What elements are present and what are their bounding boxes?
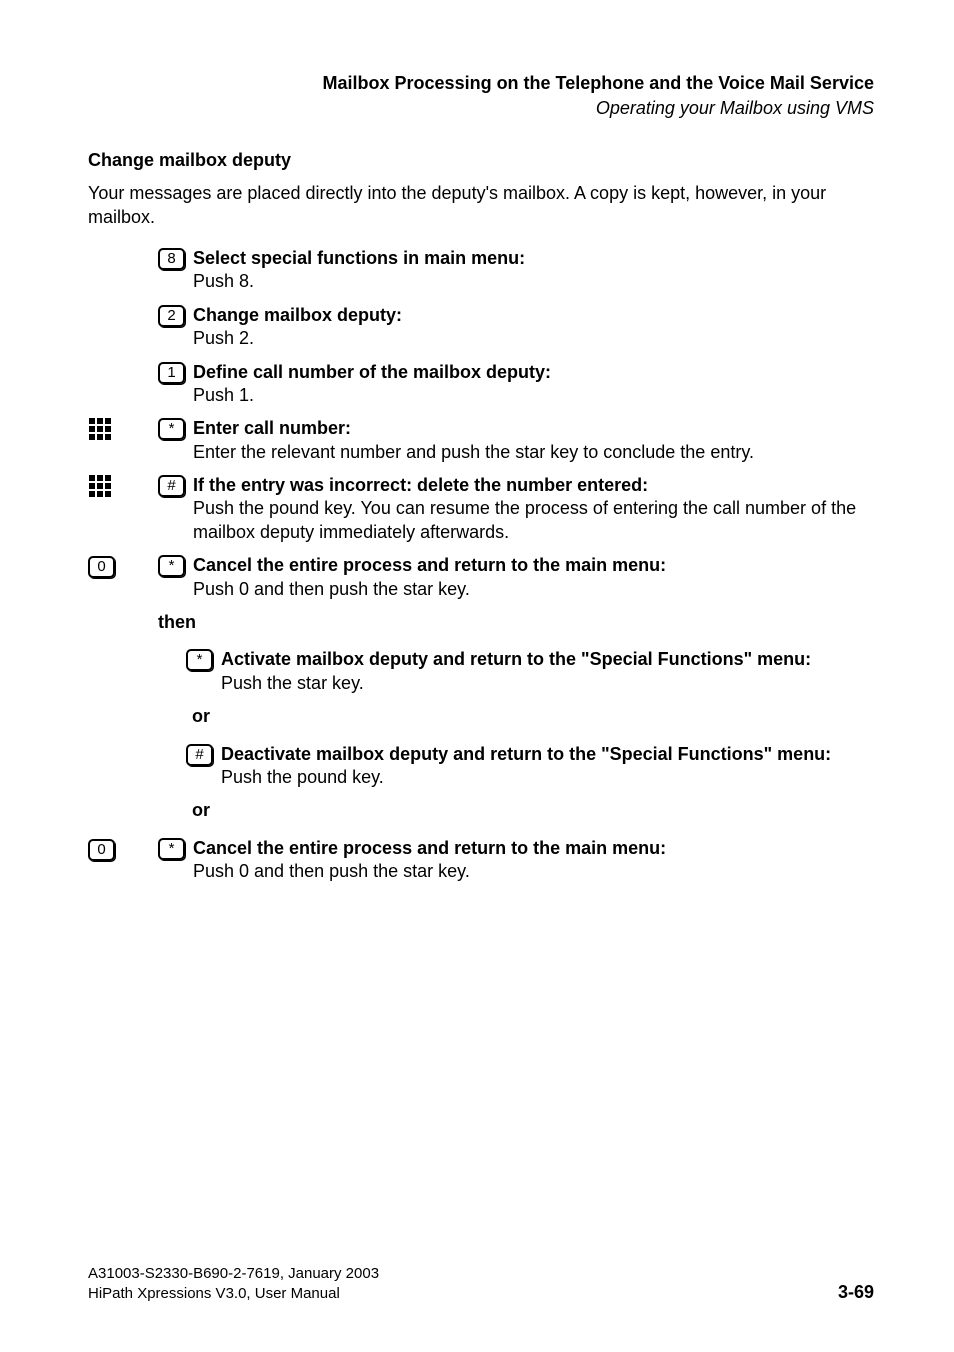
keypad-icon (88, 474, 112, 498)
footer-left: A31003-S2330-B690-2-7619, January 2003 H… (88, 1264, 379, 1305)
step-desc: Push 2. (193, 327, 874, 350)
step-define-call-number: 1 Define call number of the mailbox depu… (158, 361, 874, 408)
key-pound-icon: # (186, 744, 213, 766)
step-activate-deputy: * Activate mailbox deputy and return to … (186, 648, 874, 695)
step-title: Deactivate mailbox deputy and return to … (221, 744, 831, 764)
step-title: Change mailbox deputy: (193, 305, 402, 325)
step-desc: Push the star key. (221, 672, 874, 695)
step-title: Cancel the entire process and return to … (193, 555, 666, 575)
key-pound-icon: # (158, 475, 185, 497)
step-title: Cancel the entire process and return to … (193, 838, 666, 858)
step-cancel-process-1: 0 * Cancel the entire process and return… (158, 554, 874, 601)
step-title: Activate mailbox deputy and return to th… (221, 649, 811, 669)
key-star-icon: * (158, 555, 185, 577)
steps-list: 8 Select special functions in main menu:… (158, 247, 874, 884)
step-desc: Push 8. (193, 270, 874, 293)
step-desc: Enter the relevant number and push the s… (193, 441, 874, 464)
page-number: 3-69 (838, 1281, 874, 1304)
then-label: then (158, 611, 874, 634)
key-0-inner: 0 (88, 556, 115, 578)
section-intro: Your messages are placed directly into t… (88, 182, 874, 229)
page-footer: A31003-S2330-B690-2-7619, January 2003 H… (88, 1264, 874, 1305)
key-star-icon: * (158, 418, 185, 440)
keypad-icon (88, 417, 112, 441)
key-star-icon: * (186, 649, 213, 671)
step-title: Enter call number: (193, 418, 351, 438)
step-desc: Push 0 and then push the star key. (193, 578, 874, 601)
key-8-icon: 8 (158, 248, 185, 270)
key-0-inner: 0 (88, 839, 115, 861)
or-label: or (192, 799, 874, 822)
step-cancel-process-2: 0 * Cancel the entire process and return… (158, 837, 874, 884)
step-title: Define call number of the mailbox deputy… (193, 362, 551, 382)
key-0-icon: 0 (88, 554, 115, 578)
step-enter-call-number: * Enter call number: Enter the relevant … (158, 417, 874, 464)
page-header: Mailbox Processing on the Telephone and … (88, 72, 874, 121)
step-delete-number-entered: # If the entry was incorrect: delete the… (158, 474, 874, 544)
step-deactivate-deputy: # Deactivate mailbox deputy and return t… (186, 743, 874, 790)
step-desc: Push the pound key. You can resume the p… (193, 497, 874, 544)
footer-doc-id: A31003-S2330-B690-2-7619, January 2003 (88, 1264, 379, 1284)
step-desc: Push the pound key. (221, 766, 874, 789)
header-subtitle: Operating your Mailbox using VMS (88, 97, 874, 120)
key-star-icon: * (158, 838, 185, 860)
step-desc: Push 1. (193, 384, 874, 407)
key-0-icon: 0 (88, 837, 115, 861)
key-1-icon: 1 (158, 362, 185, 384)
step-change-mailbox-deputy: 2 Change mailbox deputy: Push 2. (158, 304, 874, 351)
key-2-icon: 2 (158, 305, 185, 327)
footer-doc-title: HiPath Xpressions V3.0, User Manual (88, 1284, 379, 1304)
step-desc: Push 0 and then push the star key. (193, 860, 874, 883)
step-select-special-functions: 8 Select special functions in main menu:… (158, 247, 874, 294)
step-title: If the entry was incorrect: delete the n… (193, 475, 648, 495)
sub-steps: * Activate mailbox deputy and return to … (186, 648, 874, 822)
step-title: Select special functions in main menu: (193, 248, 525, 268)
or-label: or (192, 705, 874, 728)
header-title: Mailbox Processing on the Telephone and … (88, 72, 874, 95)
section-title: Change mailbox deputy (88, 149, 874, 172)
